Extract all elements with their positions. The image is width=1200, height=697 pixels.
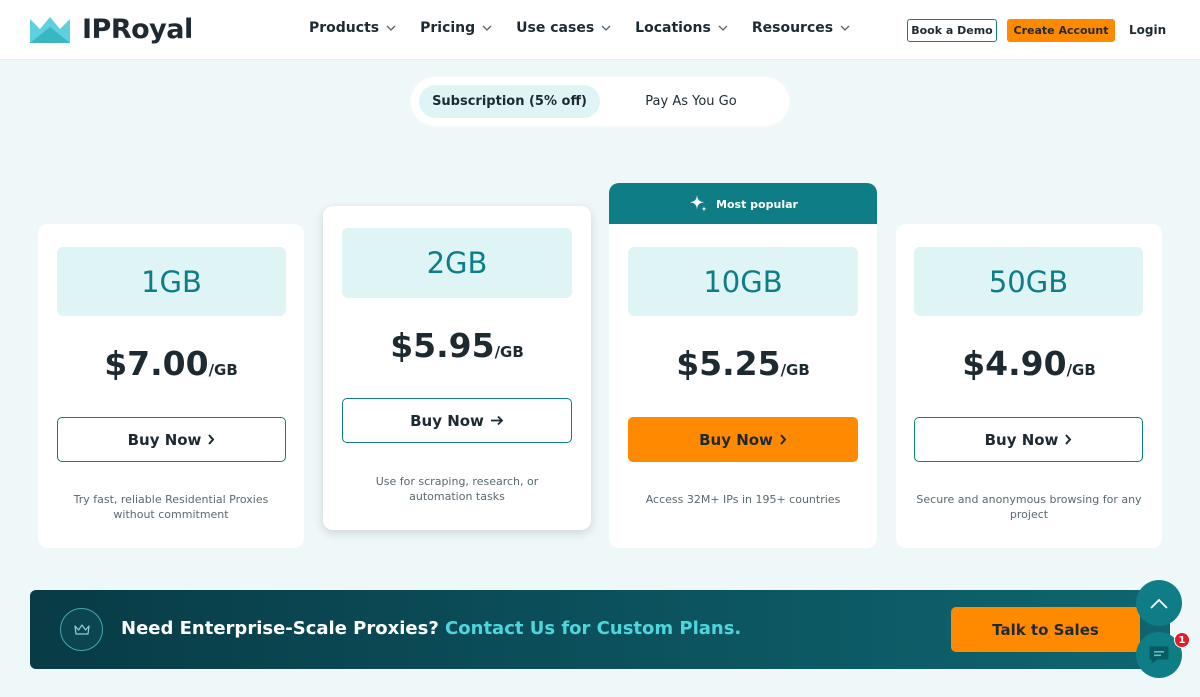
main-nav: Products Pricing Use cases Locations Res… xyxy=(309,20,874,36)
chevron-down-icon xyxy=(718,25,728,31)
most-popular-label: Most popular xyxy=(716,197,798,211)
price-unit: /GB xyxy=(494,343,524,361)
sparkle-icon xyxy=(690,195,707,212)
chevron-down-icon xyxy=(840,25,850,31)
buy-now-button[interactable]: Buy Now xyxy=(914,417,1143,462)
chevron-right-icon xyxy=(780,434,787,445)
plan-price: $7.00/GB xyxy=(38,344,304,383)
site-header: IPRoyal Products Pricing Use cases Locat… xyxy=(0,0,1200,60)
login-link[interactable]: Login xyxy=(1129,23,1166,37)
crown-badge xyxy=(60,608,103,651)
buy-now-label: Buy Now xyxy=(127,430,202,449)
chevron-up-icon xyxy=(1150,598,1168,609)
chevron-down-icon xyxy=(601,25,611,31)
logo[interactable]: IPRoyal xyxy=(30,14,193,45)
nav-products[interactable]: Products xyxy=(309,20,396,36)
plan-card-10gb: 10GB $5.25/GB Buy Now Access 32M+ IPs in… xyxy=(609,224,877,548)
plan-price: $5.95/GB xyxy=(323,326,591,365)
nav-products-label: Products xyxy=(309,20,380,36)
billing-toggle: Subscription (5% off) Pay As You Go xyxy=(411,77,789,126)
nav-locations[interactable]: Locations xyxy=(635,20,728,36)
buy-now-button[interactable]: Buy Now xyxy=(628,417,858,462)
buy-now-label: Buy Now xyxy=(699,430,773,449)
nav-use-cases[interactable]: Use cases xyxy=(516,20,611,36)
banner-headline: Need Enterprise-Scale Proxies? xyxy=(121,618,439,639)
chat-bubble-icon xyxy=(1149,646,1169,665)
buy-now-label: Buy Now xyxy=(410,411,484,430)
nav-pricing-label: Pricing xyxy=(420,20,476,36)
nav-resources-label: Resources xyxy=(751,20,834,36)
price-unit: /GB xyxy=(1066,361,1096,379)
crown-icon xyxy=(73,624,90,635)
plan-size: 2GB xyxy=(342,228,572,298)
chat-notification-badge: 1 xyxy=(1174,632,1190,648)
price-value: $5.95 xyxy=(390,326,495,365)
plan-size: 50GB xyxy=(914,247,1143,316)
chevron-down-icon xyxy=(482,25,492,31)
nav-pricing[interactable]: Pricing xyxy=(420,20,492,36)
create-account-button[interactable]: Create Account xyxy=(1007,19,1115,42)
scroll-to-top-button[interactable] xyxy=(1136,580,1182,626)
price-unit: /GB xyxy=(208,361,238,379)
plan-card-50gb: 50GB $4.90/GB Buy Now Secure and anonymo… xyxy=(896,224,1162,548)
price-unit: /GB xyxy=(780,361,810,379)
most-popular-badge: Most popular xyxy=(609,183,877,225)
plan-size: 10GB xyxy=(628,247,858,316)
plan-size: 1GB xyxy=(57,247,286,316)
price-value: $5.25 xyxy=(676,344,781,383)
plan-description: Use for scraping, research, or automatio… xyxy=(375,475,539,503)
banner-message: Need Enterprise-Scale Proxies? Contact U… xyxy=(121,618,741,639)
price-value: $4.90 xyxy=(962,344,1067,383)
price-value: $7.00 xyxy=(104,344,209,383)
arrow-right-icon xyxy=(490,415,504,426)
crown-logo-icon xyxy=(30,16,70,43)
nav-locations-label: Locations xyxy=(635,20,711,36)
plan-card-2gb: 2GB $5.95/GB Buy Now Use for scraping, r… xyxy=(323,206,591,530)
talk-to-sales-button[interactable]: Talk to Sales xyxy=(951,607,1140,652)
plan-description: Access 32M+ IPs in 195+ countries xyxy=(645,493,841,506)
pay-as-you-go-option[interactable]: Pay As You Go xyxy=(611,85,771,118)
nav-use-cases-label: Use cases xyxy=(516,20,595,36)
book-demo-button[interactable]: Book a Demo xyxy=(907,19,997,42)
plan-card-1gb: 1GB $7.00/GB Buy Now Try fast, reliable … xyxy=(38,224,304,548)
plan-description: Secure and anonymous browsing for any pr… xyxy=(916,493,1142,521)
chevron-right-icon xyxy=(1065,434,1072,445)
buy-now-button[interactable]: Buy Now xyxy=(342,398,572,443)
brand-name: IPRoyal xyxy=(82,14,193,45)
contact-custom-plans-link[interactable]: Contact Us for Custom Plans. xyxy=(445,618,741,639)
buy-now-button[interactable]: Buy Now xyxy=(57,417,286,462)
plan-description: Try fast, reliable Residential Proxies w… xyxy=(73,493,269,521)
plan-price: $4.90/GB xyxy=(896,344,1162,383)
nav-resources[interactable]: Resources xyxy=(752,20,850,36)
chevron-down-icon xyxy=(386,25,396,31)
chevron-right-icon xyxy=(208,434,215,445)
plan-price: $5.25/GB xyxy=(609,344,877,383)
subscription-option[interactable]: Subscription (5% off) xyxy=(419,85,600,118)
enterprise-banner: Need Enterprise-Scale Proxies? Contact U… xyxy=(30,590,1170,669)
buy-now-label: Buy Now xyxy=(984,430,1059,449)
